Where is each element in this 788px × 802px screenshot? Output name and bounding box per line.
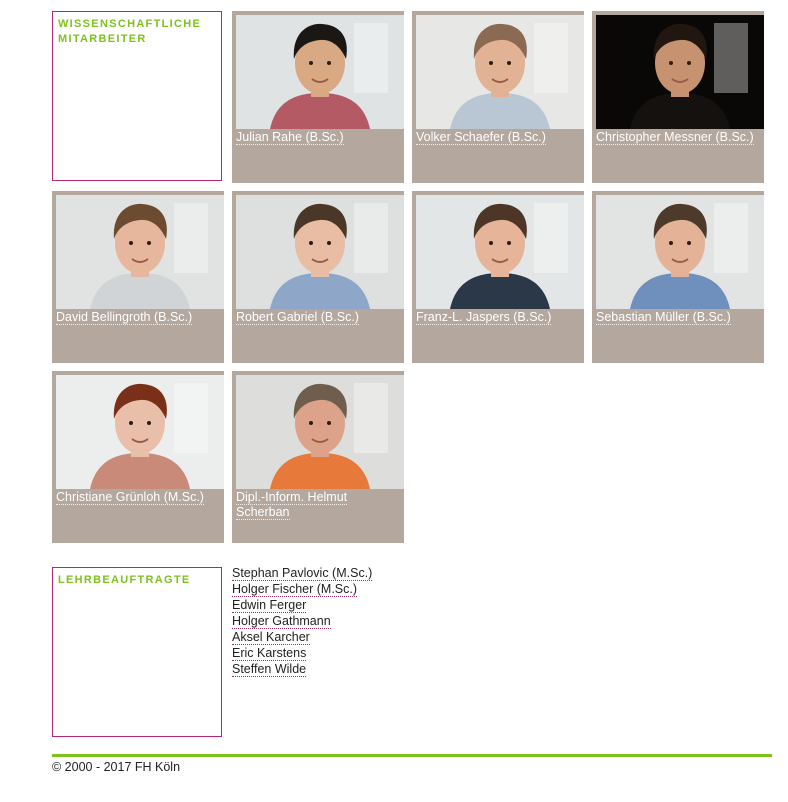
staff-photo[interactable] (416, 195, 584, 309)
staff-name-link[interactable]: Dipl.-Inform. Helmut Scherban (236, 490, 348, 520)
footer-copyright: © 2000 - 2017 FH Köln (52, 760, 181, 774)
lecturer-link[interactable]: Holger Fischer (M.Sc.) (232, 582, 358, 597)
staff-name-link[interactable]: Sebastian Müller (B.Sc.) (596, 310, 731, 325)
staff-section-title: Wissenschaftliche Mitarbeiter (58, 18, 202, 45)
staff-photo[interactable] (416, 15, 584, 129)
staff-name-link[interactable]: Julian Rahe (B.Sc.) (236, 130, 344, 145)
staff-photo[interactable] (56, 195, 224, 309)
staff-name: Robert Gabriel (B.Sc.) (236, 310, 400, 325)
staff-photo[interactable] (236, 375, 404, 489)
portrait-image (236, 15, 404, 129)
staff-name-link[interactable]: Volker Schaefer (B.Sc.) (416, 130, 546, 145)
staff-card[interactable]: Dipl.-Inform. Helmut Scherban (232, 371, 404, 543)
staff-photo[interactable] (596, 195, 764, 309)
staff-name-link[interactable]: Robert Gabriel (B.Sc.) (236, 310, 359, 325)
staff-section-box: Wissenschaftliche Mitarbeiter (52, 11, 222, 181)
staff-name: Christopher Messner (B.Sc.) (596, 130, 760, 145)
staff-photo[interactable] (596, 15, 764, 129)
lecturer-link[interactable]: Stephan Pavlovic (M.Sc.) (232, 566, 373, 581)
portrait-image (56, 375, 224, 489)
portrait-image (416, 15, 584, 129)
staff-photo[interactable] (236, 195, 404, 309)
lecturer-link[interactable]: Aksel Karcher (232, 630, 310, 645)
lecturers-list: Stephan Pavlovic (M.Sc.) Holger Fischer (… (232, 566, 373, 678)
portrait-image (596, 15, 764, 129)
staff-photo[interactable] (56, 375, 224, 489)
staff-name: Volker Schaefer (B.Sc.) (416, 130, 580, 145)
staff-name: Dipl.-Inform. Helmut Scherban (236, 490, 400, 520)
staff-card[interactable]: Christiane Grünloh (M.Sc.) (52, 371, 224, 543)
lecturer-link[interactable]: Edwin Ferger (232, 598, 307, 613)
staff-card[interactable]: Julian Rahe (B.Sc.) (232, 11, 404, 183)
portrait-image (596, 195, 764, 309)
lecturers-section-box: Lehrbeauftragte (52, 567, 222, 737)
staff-name-link[interactable]: Christiane Grünloh (M.Sc.) (56, 490, 204, 505)
lecturer-link[interactable]: Holger Gathmann (232, 614, 331, 629)
staff-name-link[interactable]: Franz-L. Jaspers (B.Sc.) (416, 310, 552, 325)
staff-name: Julian Rahe (B.Sc.) (236, 130, 400, 145)
lecturers-section-title: Lehrbeauftragte (58, 574, 191, 586)
staff-name: Christiane Grünloh (M.Sc.) (56, 490, 220, 505)
portrait-image (236, 195, 404, 309)
staff-card[interactable]: Volker Schaefer (B.Sc.) (412, 11, 584, 183)
portrait-image (236, 375, 404, 489)
staff-card[interactable]: Robert Gabriel (B.Sc.) (232, 191, 404, 363)
staff-name-link[interactable]: David Bellingroth (B.Sc.) (56, 310, 193, 325)
lecturer-link[interactable]: Steffen Wilde (232, 662, 307, 677)
staff-name: Sebastian Müller (B.Sc.) (596, 310, 760, 325)
portrait-image (416, 195, 584, 309)
staff-card[interactable]: Sebastian Müller (B.Sc.) (592, 191, 764, 363)
staff-card[interactable]: Franz-L. Jaspers (B.Sc.) (412, 191, 584, 363)
staff-name-link[interactable]: Christopher Messner (B.Sc.) (596, 130, 754, 145)
staff-photo[interactable] (236, 15, 404, 129)
staff-card[interactable]: David Bellingroth (B.Sc.) (52, 191, 224, 363)
staff-card[interactable]: Christopher Messner (B.Sc.) (592, 11, 764, 183)
footer-divider (52, 754, 772, 757)
staff-name: Franz-L. Jaspers (B.Sc.) (416, 310, 580, 325)
staff-name: David Bellingroth (B.Sc.) (56, 310, 220, 325)
lecturer-link[interactable]: Eric Karstens (232, 646, 307, 661)
portrait-image (56, 195, 224, 309)
